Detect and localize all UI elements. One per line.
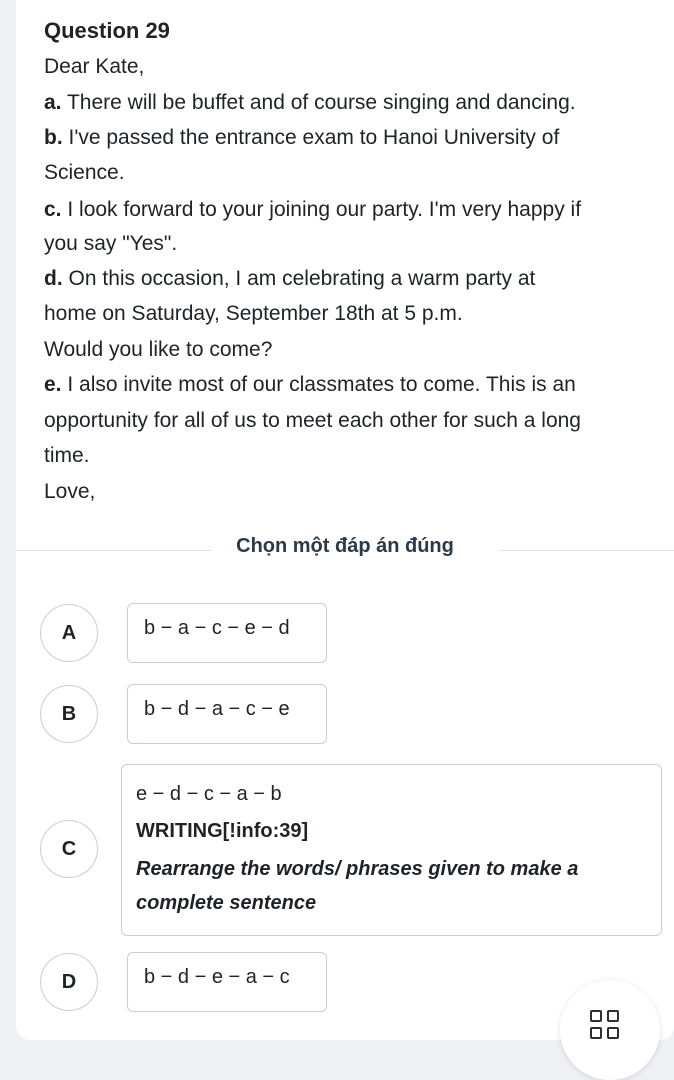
option-c-answer[interactable]: e − d − c − a − b WRITING[!info:39] Rear… <box>121 764 662 936</box>
item-text: Science. <box>44 161 125 184</box>
option-extra-instruction: Rearrange the words/ phrases given to ma… <box>136 858 579 880</box>
item-letter: b. <box>44 126 63 149</box>
option-sequence: b − d − e − a − c <box>144 966 290 988</box>
item-b: b. I've passed the entrance exam to Hano… <box>44 123 559 153</box>
option-label: A <box>61 621 77 644</box>
item-text: I look forward to your joining our party… <box>67 198 582 221</box>
greeting: Dear Kate, <box>44 55 145 78</box>
item-letter: e. <box>44 373 62 396</box>
item-text: Would you like to come? <box>44 338 273 361</box>
question-grid-button[interactable] <box>560 980 660 1080</box>
option-extra-instruction: complete sentence <box>136 892 317 914</box>
item-letter: d. <box>44 267 63 290</box>
item-c: c. I look forward to your joining our pa… <box>44 195 581 225</box>
option-label: C <box>61 837 77 860</box>
option-label: D <box>61 970 77 993</box>
option-c-radio[interactable]: C <box>40 820 98 878</box>
option-b-radio[interactable]: B <box>40 685 98 743</box>
item-text: On this occasion, I am celebrating a war… <box>68 267 536 290</box>
item-d: d. On this occasion, I am celebrating a … <box>44 264 535 294</box>
option-extra-title: WRITING[!info:39] <box>136 820 309 842</box>
answer-divider: Chọn một đáp án đúng <box>16 530 674 566</box>
option-a-radio[interactable]: A <box>40 604 98 662</box>
option-sequence: e − d − c − a − b <box>136 783 282 805</box>
item-text: home on Saturday, September 18th at 5 p.… <box>44 302 463 325</box>
option-label: B <box>61 702 77 725</box>
option-sequence: b − d − a − c − e <box>144 698 290 720</box>
item-letter: a. <box>44 91 62 114</box>
item-a: a. There will be buffet and of course si… <box>44 88 576 118</box>
option-d-radio[interactable]: D <box>40 953 98 1011</box>
item-text: I've passed the entrance exam to Hanoi U… <box>68 126 560 149</box>
answer-prompt: Chọn một đáp án đúng <box>236 535 454 557</box>
grid-icon <box>590 1010 624 1044</box>
option-sequence: b − a − c − e − d <box>144 617 290 639</box>
question-title: Question 29 <box>44 18 170 43</box>
item-text: time. <box>44 444 90 467</box>
item-text: There will be buffet and of course singi… <box>66 91 576 114</box>
closing: Love, <box>44 480 96 503</box>
item-text: I also invite most of our classmates to … <box>67 373 576 396</box>
item-letter: c. <box>44 198 62 221</box>
option-a-answer[interactable]: b − a − c − e − d <box>127 603 327 663</box>
item-text: you say "Yes". <box>44 232 178 255</box>
option-b-answer[interactable]: b − d − a − c − e <box>127 684 327 744</box>
item-text: opportunity for all of us to meet each o… <box>44 409 581 432</box>
option-d-answer[interactable]: b − d − e − a − c <box>127 952 327 1012</box>
item-e: e. I also invite most of our classmates … <box>44 370 576 400</box>
